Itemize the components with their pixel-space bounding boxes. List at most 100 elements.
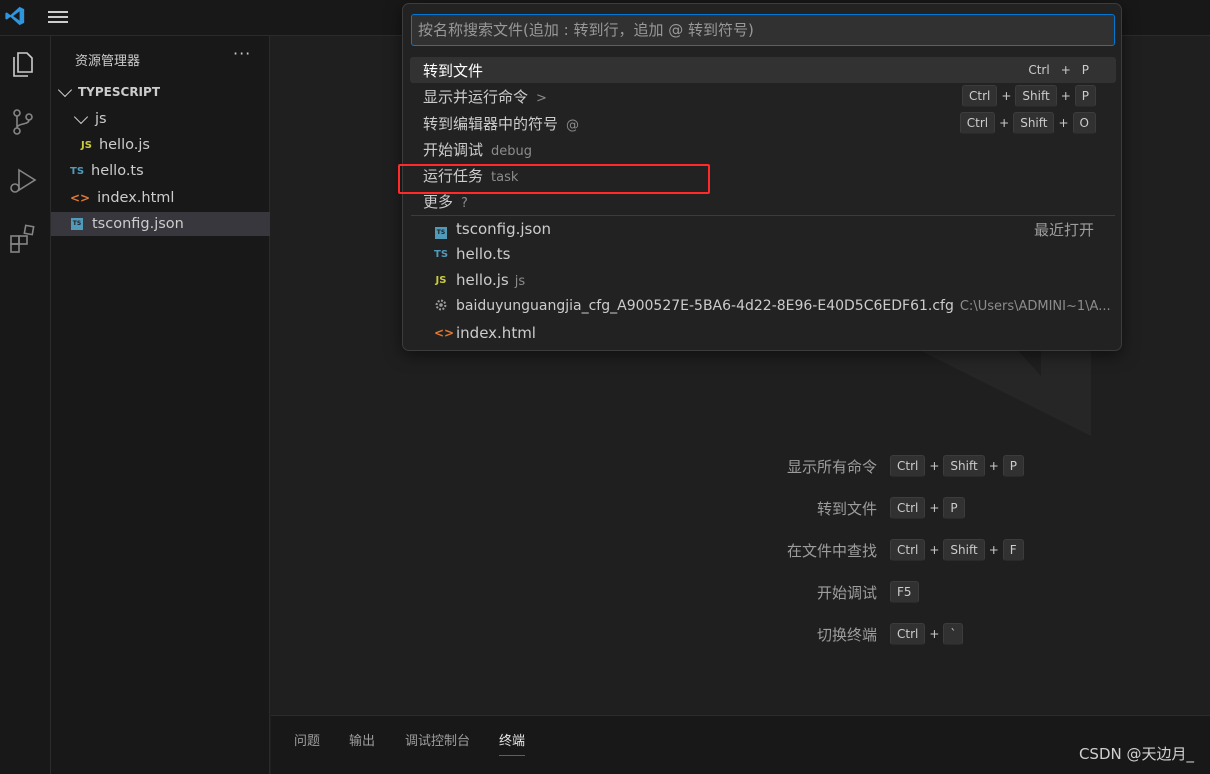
key-cap: Ctrl [1028,63,1050,77]
recent-file-index-html[interactable]: <> index.html [410,320,1116,346]
extensions-icon[interactable] [7,222,39,254]
command-label: 显示并运行命令 [423,87,529,106]
file-label: hello.ts [456,245,511,263]
js-file-icon: JS [81,139,92,151]
key-cap: Ctrl [961,85,998,107]
shortcut-label: 切换终端 [816,625,877,644]
tree-item-index-html[interactable]: <> index.html [51,186,270,210]
more-actions-button[interactable]: ··· [233,44,251,63]
plus-sign: + [1001,89,1012,103]
plus-sign: + [929,627,940,641]
shortcut-label: 在文件中查找 [786,541,877,560]
tab-debug-console[interactable]: 调试控制台 [405,730,470,749]
key-cap: O [1072,112,1096,134]
ts-icon: TS [434,248,449,260]
command-go-to-file[interactable]: 转到文件 Ctrl + P [410,57,1116,83]
chevron-down-icon [73,109,89,124]
tree-item-label: tsconfig.json [92,216,184,232]
plus-sign: + [1060,63,1071,77]
command-prefix: debug [491,143,533,159]
command-label: 转到文件 [423,61,484,80]
plus-sign: + [929,459,940,473]
plus-sign: + [1058,116,1069,130]
plus-sign: + [1060,89,1071,103]
command-go-to-symbol[interactable]: 转到编辑器中的符号 @ Ctrl + Shift + O [410,110,1116,136]
file-label: hello.js [456,271,509,289]
shortcut-keys: Ctrl + ` [890,623,964,645]
command-prefix: > [536,90,547,106]
chevron-down-icon [57,82,73,97]
file-label-wrap: hello.js js [456,271,525,289]
file-description: C:\Users\ADMINI~1\A... [959,299,1111,314]
tab-output[interactable]: 输出 [349,730,375,749]
command-prefix: ? [461,195,468,211]
tsconfig-file-icon: TS [435,227,447,239]
command-label-wrap: 显示并运行命令 > [423,86,547,107]
recent-file-hello-ts[interactable]: TS hello.ts [410,241,1116,267]
gear-icon [434,297,448,316]
explorer-sidebar: 资源管理器 ··· TYPESCRIPT js JS hello.js TS h… [51,36,270,774]
key-cap: Shift [943,539,985,561]
key-cap: P [1081,63,1089,77]
html-file-icon: <> [70,191,91,205]
tree-item-label: js [95,111,107,127]
shortcut-label: 开始调试 [816,583,877,602]
key-cap: P [1074,85,1096,107]
key-cap: F5 [890,581,919,603]
html-icon: <> [434,326,455,340]
recent-file-tsconfig-json[interactable]: TS tsconfig.json 最近打开 [410,216,1116,242]
tree-root-label: TYPESCRIPT [78,85,161,99]
key-cap: Shift [1013,112,1055,134]
key-cap: Ctrl [890,539,926,561]
quick-open-input[interactable] [411,14,1115,46]
key-cap: P [943,497,965,519]
recent-file-baidu-cfg[interactable]: baiduyunguangjia_cfg_A900527E-5BA6-4d22-… [410,293,1116,319]
command-label: 更多 [423,192,454,211]
command-prefix: @ [566,117,580,133]
tsconfig-icon: TS [434,219,448,239]
tree-item-label: hello.ts [91,163,144,179]
command-label-wrap: 开始调试 debug [423,139,532,160]
file-label: baiduyunguangjia_cfg_A900527E-5BA6-4d22-… [456,298,954,314]
tab-terminal[interactable]: 终端 [499,730,526,756]
file-label: tsconfig.json [456,220,552,238]
plus-sign: + [929,543,940,557]
shortcut-keys: Ctrl + P [890,497,965,519]
command-label: 开始调试 [423,140,484,159]
plus-sign: + [988,543,999,557]
annotation-highlight-box [398,164,710,194]
command-keys: Ctrl + P [1021,59,1096,81]
key-cap: Shift [943,455,985,477]
vscode-logo-icon [5,6,25,26]
ts-file-icon: TS [70,165,85,177]
run-debug-icon[interactable] [7,164,39,196]
key-cap: Ctrl [890,623,926,645]
command-show-run-commands[interactable]: 显示并运行命令 > Ctrl + Shift + P [410,83,1116,109]
key-cap: F [1002,539,1024,561]
menu-icon[interactable] [48,8,68,26]
tab-problems[interactable]: 问题 [294,730,320,749]
key-cap: ` [943,623,964,645]
key-cap: Ctrl [959,112,996,134]
shortcut-label: 显示所有命令 [786,457,877,476]
key-cap: Ctrl [890,455,926,477]
command-start-debug[interactable]: 开始调试 debug [410,136,1116,162]
plus-sign: + [988,459,999,473]
command-keys: Ctrl + Shift + O [959,112,1096,134]
command-label: 转到编辑器中的符号 [423,114,559,133]
command-keys: Ctrl + Shift + P [961,85,1096,107]
explorer-icon[interactable] [7,48,39,80]
tree-root-typescript[interactable]: TYPESCRIPT [51,80,270,104]
tree-item-hello-ts[interactable]: TS hello.ts [51,159,270,183]
bottom-panel: 问题 输出 调试控制台 终端 CSDN @天边月_ [271,715,1210,774]
file-label: index.html [456,324,536,342]
source-control-icon[interactable] [7,106,39,138]
js-icon: JS [435,274,447,286]
watermark-text: CSDN @天边月_ [1078,745,1194,763]
gear-svg [435,299,447,310]
tree-folder-js[interactable]: js [51,107,270,131]
file-label-wrap: baiduyunguangjia_cfg_A900527E-5BA6-4d22-… [456,298,1111,314]
recent-file-hello-js[interactable]: JS hello.js js [410,267,1116,293]
tree-item-tsconfig-json[interactable]: TS tsconfig.json [51,212,270,236]
tree-item-hello-js[interactable]: JS hello.js [51,133,270,157]
